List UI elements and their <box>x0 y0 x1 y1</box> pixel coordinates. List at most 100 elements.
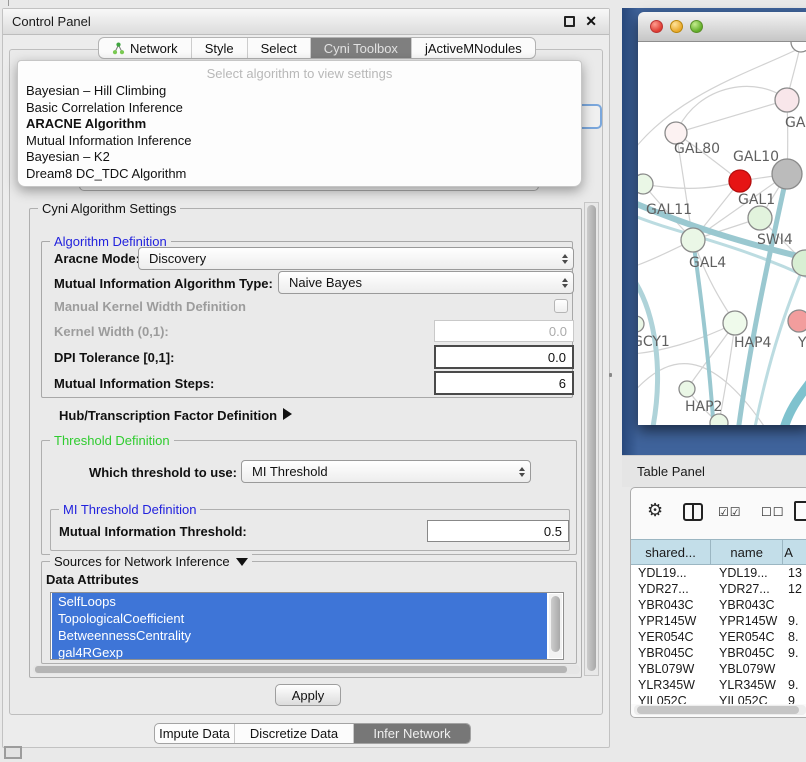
settings-hscrollbar-thumb[interactable] <box>35 666 567 673</box>
list-item-gal4rgexp[interactable]: gal4RGexp <box>52 644 547 660</box>
node-red[interactable] <box>729 170 751 192</box>
manual-kernel-checkbox[interactable] <box>554 299 568 313</box>
cell: YDL19... <box>631 565 712 581</box>
table-header-row: shared... name A <box>631 539 806 565</box>
cell: YBR043C <box>712 597 785 613</box>
table-row[interactable]: YBR043CYBR043C <box>631 597 806 613</box>
node-label-gal1: GAL1 <box>738 192 775 208</box>
menu-item-mutual-information[interactable]: Mutual Information Inference <box>18 133 581 150</box>
tab-impute-data[interactable]: Impute Data <box>155 724 235 743</box>
columns-icon[interactable] <box>683 503 703 521</box>
screen: Control Panel ✕ Network Style Select Cyn… <box>0 0 806 762</box>
node-unlabeled-top[interactable] <box>791 42 806 52</box>
list-scrollbar-thumb[interactable] <box>551 596 560 652</box>
menu-item-dream8[interactable]: Dream8 DC_TDC Algorithm <box>18 166 581 183</box>
node-hap4[interactable] <box>723 311 747 335</box>
table-row[interactable]: YLR345WYLR345W9. <box>631 677 806 693</box>
settings-group-title: Cyni Algorithm Settings <box>38 201 180 216</box>
control-panel-window: Control Panel ✕ Network Style Select Cyn… <box>2 8 610 748</box>
table-body: YDL19...YDL19...13 YDR27...YDR27...12 YB… <box>631 565 806 704</box>
mi-type-label: Mutual Information Algorithm Type: <box>54 276 273 291</box>
menu-item-bayesian-hill-climbing[interactable]: Bayesian – Hill Climbing <box>18 83 581 100</box>
dpi-tolerance-label: DPI Tolerance [0,1]: <box>54 350 174 365</box>
which-threshold-select[interactable]: MI Threshold <box>241 460 531 483</box>
table-row[interactable]: YBL079WYBL079W <box>631 661 806 677</box>
list-item-topologicalcoefficient[interactable]: TopologicalCoefficient <box>52 610 547 627</box>
table-hscrollbar-thumb[interactable] <box>637 706 799 714</box>
control-panel-titlebar: Control Panel ✕ <box>3 9 609 35</box>
aracne-mode-select[interactable]: Discovery <box>138 247 574 270</box>
sources-group: Sources for Network Inference Data Attri… <box>41 561 577 664</box>
table-panel-window: ⚙ ☑☑ ☐☐ shared... name A YDL19...YDL19..… <box>630 487 806 718</box>
settings-vscrollbar-thumb[interactable] <box>587 205 596 671</box>
table-row[interactable]: YDL19...YDL19...13 <box>631 565 806 581</box>
menu-item-aracne[interactable]: ARACNE Algorithm <box>18 116 581 133</box>
cell: 8. <box>785 629 806 645</box>
unchecked-boxes-icon[interactable]: ☐☐ <box>761 505 785 519</box>
tab-jactivemnodules[interactable]: jActiveMNodules <box>412 38 535 58</box>
apply-button[interactable]: Apply <box>275 684 341 706</box>
node-gal11[interactable] <box>638 174 653 194</box>
column-header-name[interactable]: name <box>711 540 783 564</box>
table-row[interactable]: YIL052CYIL052C9 <box>631 693 806 704</box>
close-icon[interactable]: ✕ <box>585 13 597 30</box>
cell: YPR145W <box>712 613 785 629</box>
mi-steps-input[interactable]: 6 <box>434 371 574 395</box>
which-threshold-label: Which threshold to use: <box>62 465 237 480</box>
mac-minimize-button[interactable] <box>670 20 683 33</box>
column-header-clipped[interactable]: A <box>783 540 806 564</box>
mi-type-select[interactable]: Naive Bayes <box>278 271 574 294</box>
list-item-betweennesscentrality[interactable]: BetweennessCentrality <box>52 627 547 644</box>
list-scrollbar[interactable] <box>549 594 562 658</box>
mac-close-button[interactable] <box>650 20 663 33</box>
tab-discretize-data-label: Discretize Data <box>250 726 338 741</box>
node-label-gal11: GAL11 <box>646 202 692 218</box>
node-gcy1[interactable] <box>638 316 644 332</box>
checked-boxes-icon[interactable]: ☑☑ <box>718 505 742 519</box>
node-gal4[interactable] <box>681 228 705 252</box>
cyni-algorithm-settings-group: Cyni Algorithm Settings Algorithm Defini… <box>29 208 582 678</box>
minimized-panel-icon[interactable] <box>4 746 22 759</box>
gear-icon[interactable]: ⚙ <box>647 500 663 521</box>
expand-arrow-icon[interactable] <box>283 408 292 420</box>
float-window-icon[interactable] <box>564 16 575 27</box>
collapse-arrow-icon[interactable] <box>236 558 248 566</box>
tab-infer-network-label: Infer Network <box>373 726 450 741</box>
node-hap2[interactable] <box>679 381 695 397</box>
node-gal1[interactable] <box>748 206 772 230</box>
mi-threshold-input[interactable]: 0.5 <box>427 520 569 542</box>
kernel-width-input[interactable]: 0.0 <box>434 320 574 342</box>
kernel-width-label: Kernel Width (0,1): <box>54 324 169 339</box>
list-item-selfloops[interactable]: SelfLoops <box>52 593 547 610</box>
table-row[interactable]: YDR27...YDR27...12 <box>631 581 806 597</box>
settings-hscrollbar[interactable] <box>33 665 580 674</box>
stepper-icon <box>519 467 525 477</box>
table-hscrollbar[interactable] <box>634 705 806 715</box>
table-row[interactable]: YPR145WYPR145W9. <box>631 613 806 629</box>
tab-style-label: Style <box>205 41 234 56</box>
tab-cyni-toolbox[interactable]: Cyni Toolbox <box>311 38 412 58</box>
table-grid-icon[interactable] <box>794 501 806 521</box>
tab-discretize-data[interactable]: Discretize Data <box>235 724 354 743</box>
network-canvas[interactable]: GAL GAL80 GAL10 GAL11 GAL1 SWI4 GAL4 GCY… <box>638 42 806 425</box>
settings-vscrollbar[interactable] <box>584 202 599 676</box>
panel-splitter-handle[interactable] <box>609 373 612 377</box>
mac-zoom-button[interactable] <box>690 20 703 33</box>
node-pink-top[interactable] <box>775 88 799 112</box>
tab-select[interactable]: Select <box>248 38 311 58</box>
menu-item-bayesian-k2[interactable]: Bayesian – K2 <box>18 149 581 166</box>
data-attributes-list: SelfLoops TopologicalCoefficient Between… <box>50 592 564 660</box>
cell: YER054C <box>712 629 785 645</box>
table-row[interactable]: YBR045CYBR045C9. <box>631 645 806 661</box>
menu-item-basic-correlation[interactable]: Basic Correlation Inference <box>18 100 581 117</box>
tab-network[interactable]: Network <box>99 38 192 58</box>
threshold-definition-title: Threshold Definition <box>50 433 174 448</box>
node-salmon[interactable] <box>788 310 806 332</box>
tab-impute-data-label: Impute Data <box>159 726 230 741</box>
dpi-tolerance-input[interactable]: 0.0 <box>434 345 574 369</box>
column-header-shared-name[interactable]: shared... <box>631 540 711 564</box>
tab-style[interactable]: Style <box>192 38 248 58</box>
table-row[interactable]: YER054CYER054C8. <box>631 629 806 645</box>
tab-infer-network[interactable]: Infer Network <box>354 724 470 743</box>
mi-type-value: Naive Bayes <box>289 275 362 290</box>
